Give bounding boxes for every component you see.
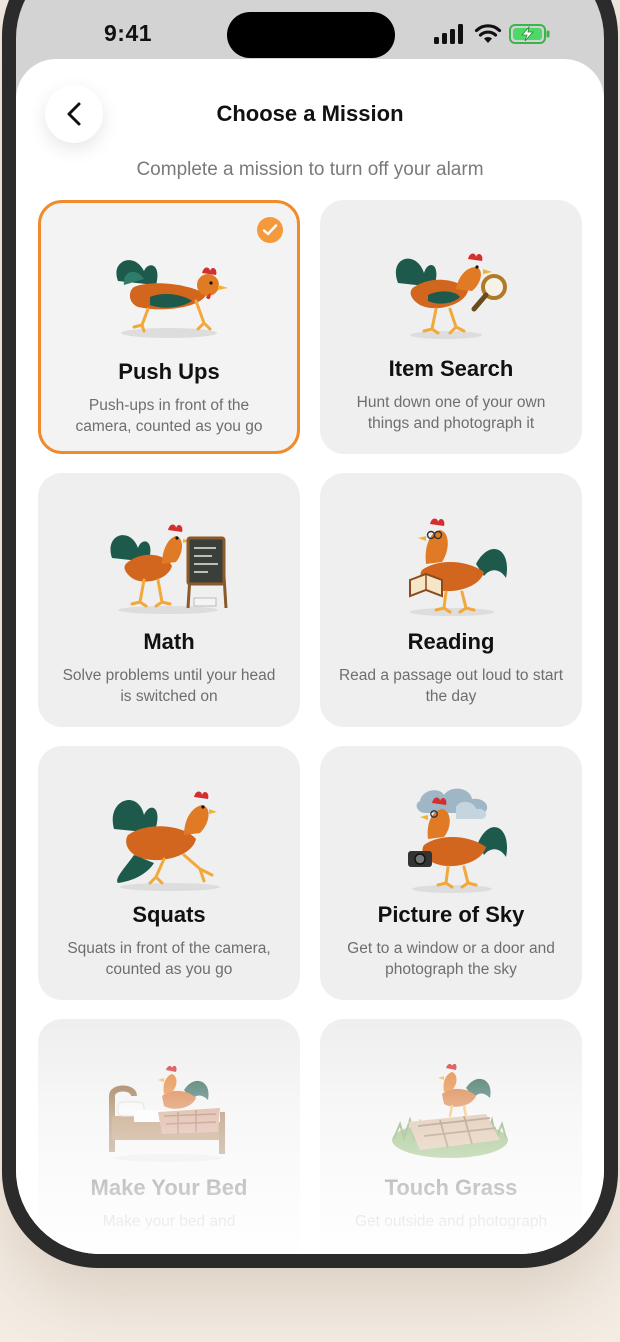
mission-card-picture-of-sky[interactable]: Picture of Sky Get to a window or a door… — [320, 746, 582, 1000]
mission-title: Squats — [132, 902, 206, 927]
battery-charging-icon — [509, 24, 550, 44]
rooster-book-icon — [409, 518, 508, 616]
page-subtitle: Complete a mission to turn off your alar… — [136, 159, 484, 180]
rooster-grass-icon — [392, 1063, 508, 1158]
mission-description: Get to a window or a door and photograph… — [347, 940, 555, 978]
mission-description: Hunt down one of your own things and pho… — [356, 394, 546, 432]
mission-title: Make Your Bed — [90, 1175, 248, 1200]
rooster-squat-icon — [112, 791, 220, 891]
mission-card-make-your-bed[interactable]: Make Your Bed Make your bed and — [38, 1019, 300, 1254]
screen: 9:41 Choose a Mission Complete a mission… — [16, 0, 604, 1254]
mission-description: Get outside and photograph — [354, 1213, 548, 1230]
rooster-bed-icon — [109, 1065, 225, 1162]
rooster-magnifier-icon — [395, 253, 507, 339]
mission-description: Read a passage out loud to start the day — [338, 667, 564, 705]
mission-card-item-search[interactable]: Item Search Hunt down one of your own th… — [320, 200, 582, 454]
mission-title: Touch Grass — [384, 1175, 518, 1200]
cellular-signal-icon — [434, 24, 463, 44]
page-title: Choose a Mission — [216, 101, 404, 126]
mission-title: Picture of Sky — [377, 902, 525, 927]
mission-card-reading[interactable]: Reading Read a passage out loud to start… — [320, 473, 582, 727]
wifi-icon — [474, 24, 502, 43]
mission-card-touch-grass[interactable]: Touch Grass Get outside and photograph — [320, 1019, 582, 1254]
rooster-chalkboard-icon — [110, 524, 228, 614]
phone-frame: 9:41 Choose a Mission Complete a mission… — [2, 0, 618, 1268]
mission-card-squats[interactable]: Squats Squats in front of the camera, co… — [38, 746, 300, 1000]
selected-check-icon — [257, 217, 283, 243]
mission-description: Make your bed and — [102, 1213, 236, 1230]
status-time: 9:41 — [104, 20, 153, 46]
mission-sheet: Choose a Mission Complete a mission to t… — [16, 59, 604, 1254]
mission-title: Math — [143, 629, 195, 654]
mission-title: Reading — [407, 629, 495, 654]
mission-description: Squats in front of the camera, counted a… — [67, 940, 271, 978]
dynamic-island — [227, 12, 395, 58]
mission-description: Solve problems until your head is switch… — [62, 667, 276, 705]
mission-card-math[interactable]: Math Solve problems until your head is s… — [38, 473, 300, 727]
rooster-camera-sky-icon — [408, 788, 508, 893]
mission-description: Push-ups in front of the camera, counted… — [75, 397, 263, 435]
rooster-pushup-icon — [116, 260, 228, 338]
mission-title: Item Search — [388, 356, 514, 381]
mission-card-push-ups[interactable]: Push Ups Push-ups in front of the camera… — [38, 200, 300, 454]
mission-title: Push Ups — [118, 359, 220, 384]
